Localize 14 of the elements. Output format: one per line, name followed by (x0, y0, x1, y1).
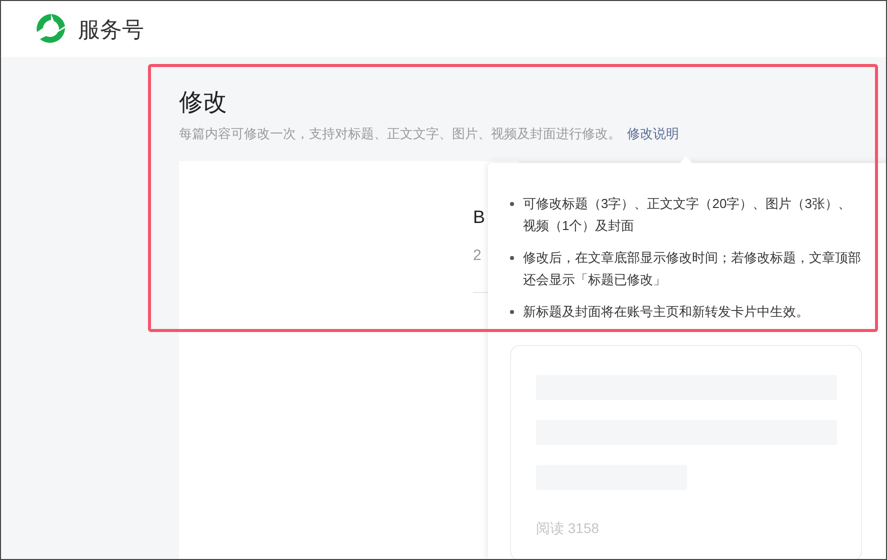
article-title: B (473, 206, 486, 229)
help-link[interactable]: 修改说明 (627, 125, 679, 143)
logo-icon (34, 12, 68, 46)
app-title: 服务号 (78, 16, 144, 44)
article-date: 2 (473, 246, 482, 266)
page-description: 每篇内容可修改一次，支持对标题、正文文字、图片、视频及封面进行修改。 (179, 125, 621, 143)
page-title: 修改 (179, 88, 228, 118)
rule-text: 修改后，在文章底部显示修改时间；若修改标题，文章顶部还会显示「标题已修改」 (523, 249, 862, 289)
bullet-icon (510, 202, 514, 206)
rule-text: 可修改标题（3字）、正文文字（20字）、图片（3张）、视频（1个）及封面 (523, 195, 852, 235)
bullet-icon (510, 256, 514, 260)
rule-text: 新标题及封面将在账号主页和新转发卡片中生效。 (523, 303, 809, 321)
bullet-icon (510, 310, 514, 314)
read-count: 阅读 3158 (536, 519, 600, 538)
